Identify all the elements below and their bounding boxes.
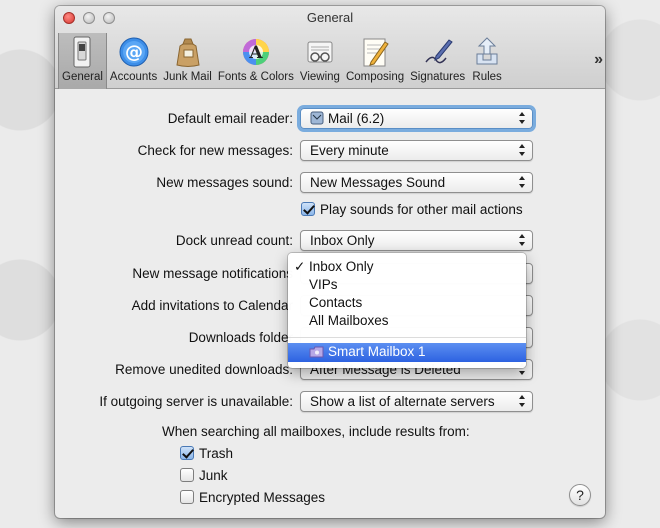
tab-fonts-colors[interactable]: A Fonts & Colors [215, 33, 297, 89]
default-reader-label: Default email reader: [167, 111, 293, 126]
play-sounds-label: Play sounds for other mail actions [320, 202, 523, 217]
check-messages-row: Check for new messages: Every minute [55, 140, 605, 162]
tab-general[interactable]: General [58, 33, 107, 89]
mail-app-icon [310, 111, 324, 125]
smart-mailbox-icon [309, 346, 324, 358]
include-junk-label: Junk [199, 468, 228, 483]
menu-item-contacts[interactable]: Contacts [288, 294, 526, 312]
popup-arrows-icon [519, 144, 525, 156]
remove-downloads-label: Remove unedited downloads: [115, 362, 293, 377]
junk-mail-bag-icon [172, 36, 204, 68]
preferences-tabbar: General @ Accounts Junk Mail A Fonts & C… [58, 33, 506, 89]
include-encrypted-label: Encrypted Messages [199, 490, 326, 505]
dock-unread-popup[interactable]: Inbox Only [300, 230, 533, 251]
menu-item-vips[interactable]: VIPs [288, 276, 526, 294]
check-messages-value: Every minute [310, 143, 389, 158]
downloads-folder-label: Downloads folder [188, 330, 293, 345]
popup-arrows-icon [519, 112, 525, 124]
signature-pen-icon [422, 36, 454, 68]
menu-item-inbox-only[interactable]: ✓ Inbox Only [288, 258, 526, 276]
menu-checkmark: ✓ [294, 259, 306, 274]
new-sound-row: New messages sound: New Messages Sound [55, 172, 605, 194]
fonts-colors-icon: A [240, 36, 272, 68]
popup-arrows-icon [519, 395, 525, 407]
invitations-label: Add invitations to Calendar [131, 298, 293, 313]
notifications-label: New message notifications [132, 266, 293, 281]
popup-arrows-icon [519, 234, 525, 246]
dock-unread-label: Dock unread count: [175, 233, 293, 248]
menu-item-smart-mailbox[interactable]: Smart Mailbox 1 [288, 343, 526, 362]
default-reader-value: Mail (6.2) [328, 111, 385, 126]
dock-unread-value: Inbox Only [310, 233, 375, 248]
svg-text:@: @ [125, 42, 143, 63]
dock-unread-row: Dock unread count: Inbox Only [55, 230, 605, 252]
include-encrypted-checkbox[interactable] [180, 490, 194, 504]
include-trash-checkbox[interactable] [180, 446, 194, 460]
include-encrypted-option[interactable]: Encrypted Messages [180, 490, 325, 505]
menu-separator [288, 337, 526, 338]
outgoing-server-label: If outgoing server is unavailable: [99, 394, 293, 409]
include-trash-option[interactable]: Trash [180, 446, 233, 461]
tab-junk-mail[interactable]: Junk Mail [160, 33, 215, 89]
help-button[interactable]: ? [569, 484, 591, 506]
include-trash-label: Trash [199, 446, 234, 461]
include-junk-checkbox[interactable] [180, 468, 194, 482]
more-toolbar-items-button[interactable]: » [594, 51, 603, 69]
popup-arrows-icon [519, 176, 525, 188]
new-sound-popup[interactable]: New Messages Sound [300, 172, 533, 193]
default-reader-popup[interactable]: Mail (6.2) [300, 108, 533, 129]
play-sounds-checkbox[interactable] [301, 202, 315, 216]
new-sound-label: New messages sound: [156, 175, 293, 190]
check-messages-label: Check for new messages: [137, 143, 293, 158]
composing-pencil-icon [359, 36, 391, 68]
tab-composing[interactable]: Composing [343, 33, 407, 89]
at-sign-icon: @ [118, 36, 150, 68]
general-switch-icon [66, 36, 98, 68]
default-reader-row: Default email reader: Mail (6.2) [55, 108, 605, 130]
viewing-glasses-icon [304, 36, 336, 68]
toolbar: General General @ Accounts Junk Mail A F… [55, 6, 605, 89]
tab-accounts[interactable]: @ Accounts [107, 33, 160, 89]
tab-signatures[interactable]: Signatures [407, 33, 468, 89]
outgoing-server-popup[interactable]: Show a list of alternate servers [300, 391, 533, 412]
new-sound-value: New Messages Sound [310, 175, 446, 190]
tab-viewing[interactable]: Viewing [297, 33, 343, 89]
notifications-menu: ✓ Inbox Only VIPs Contacts All Mailboxes… [288, 253, 526, 368]
play-sounds-option[interactable]: Play sounds for other mail actions [301, 202, 523, 217]
rules-arrows-icon [471, 36, 503, 68]
menu-item-all-mailboxes[interactable]: All Mailboxes [288, 312, 526, 330]
outgoing-server-value: Show a list of alternate servers [310, 394, 495, 409]
svg-text:A: A [248, 43, 263, 63]
search-section-label: When searching all mailboxes, include re… [162, 424, 470, 439]
window-title: General [306, 10, 354, 25]
check-messages-popup[interactable]: Every minute [300, 140, 533, 161]
outgoing-server-row: If outgoing server is unavailable: Show … [55, 391, 605, 413]
include-junk-option[interactable]: Junk [180, 468, 228, 483]
tab-rules[interactable]: Rules [468, 33, 506, 89]
